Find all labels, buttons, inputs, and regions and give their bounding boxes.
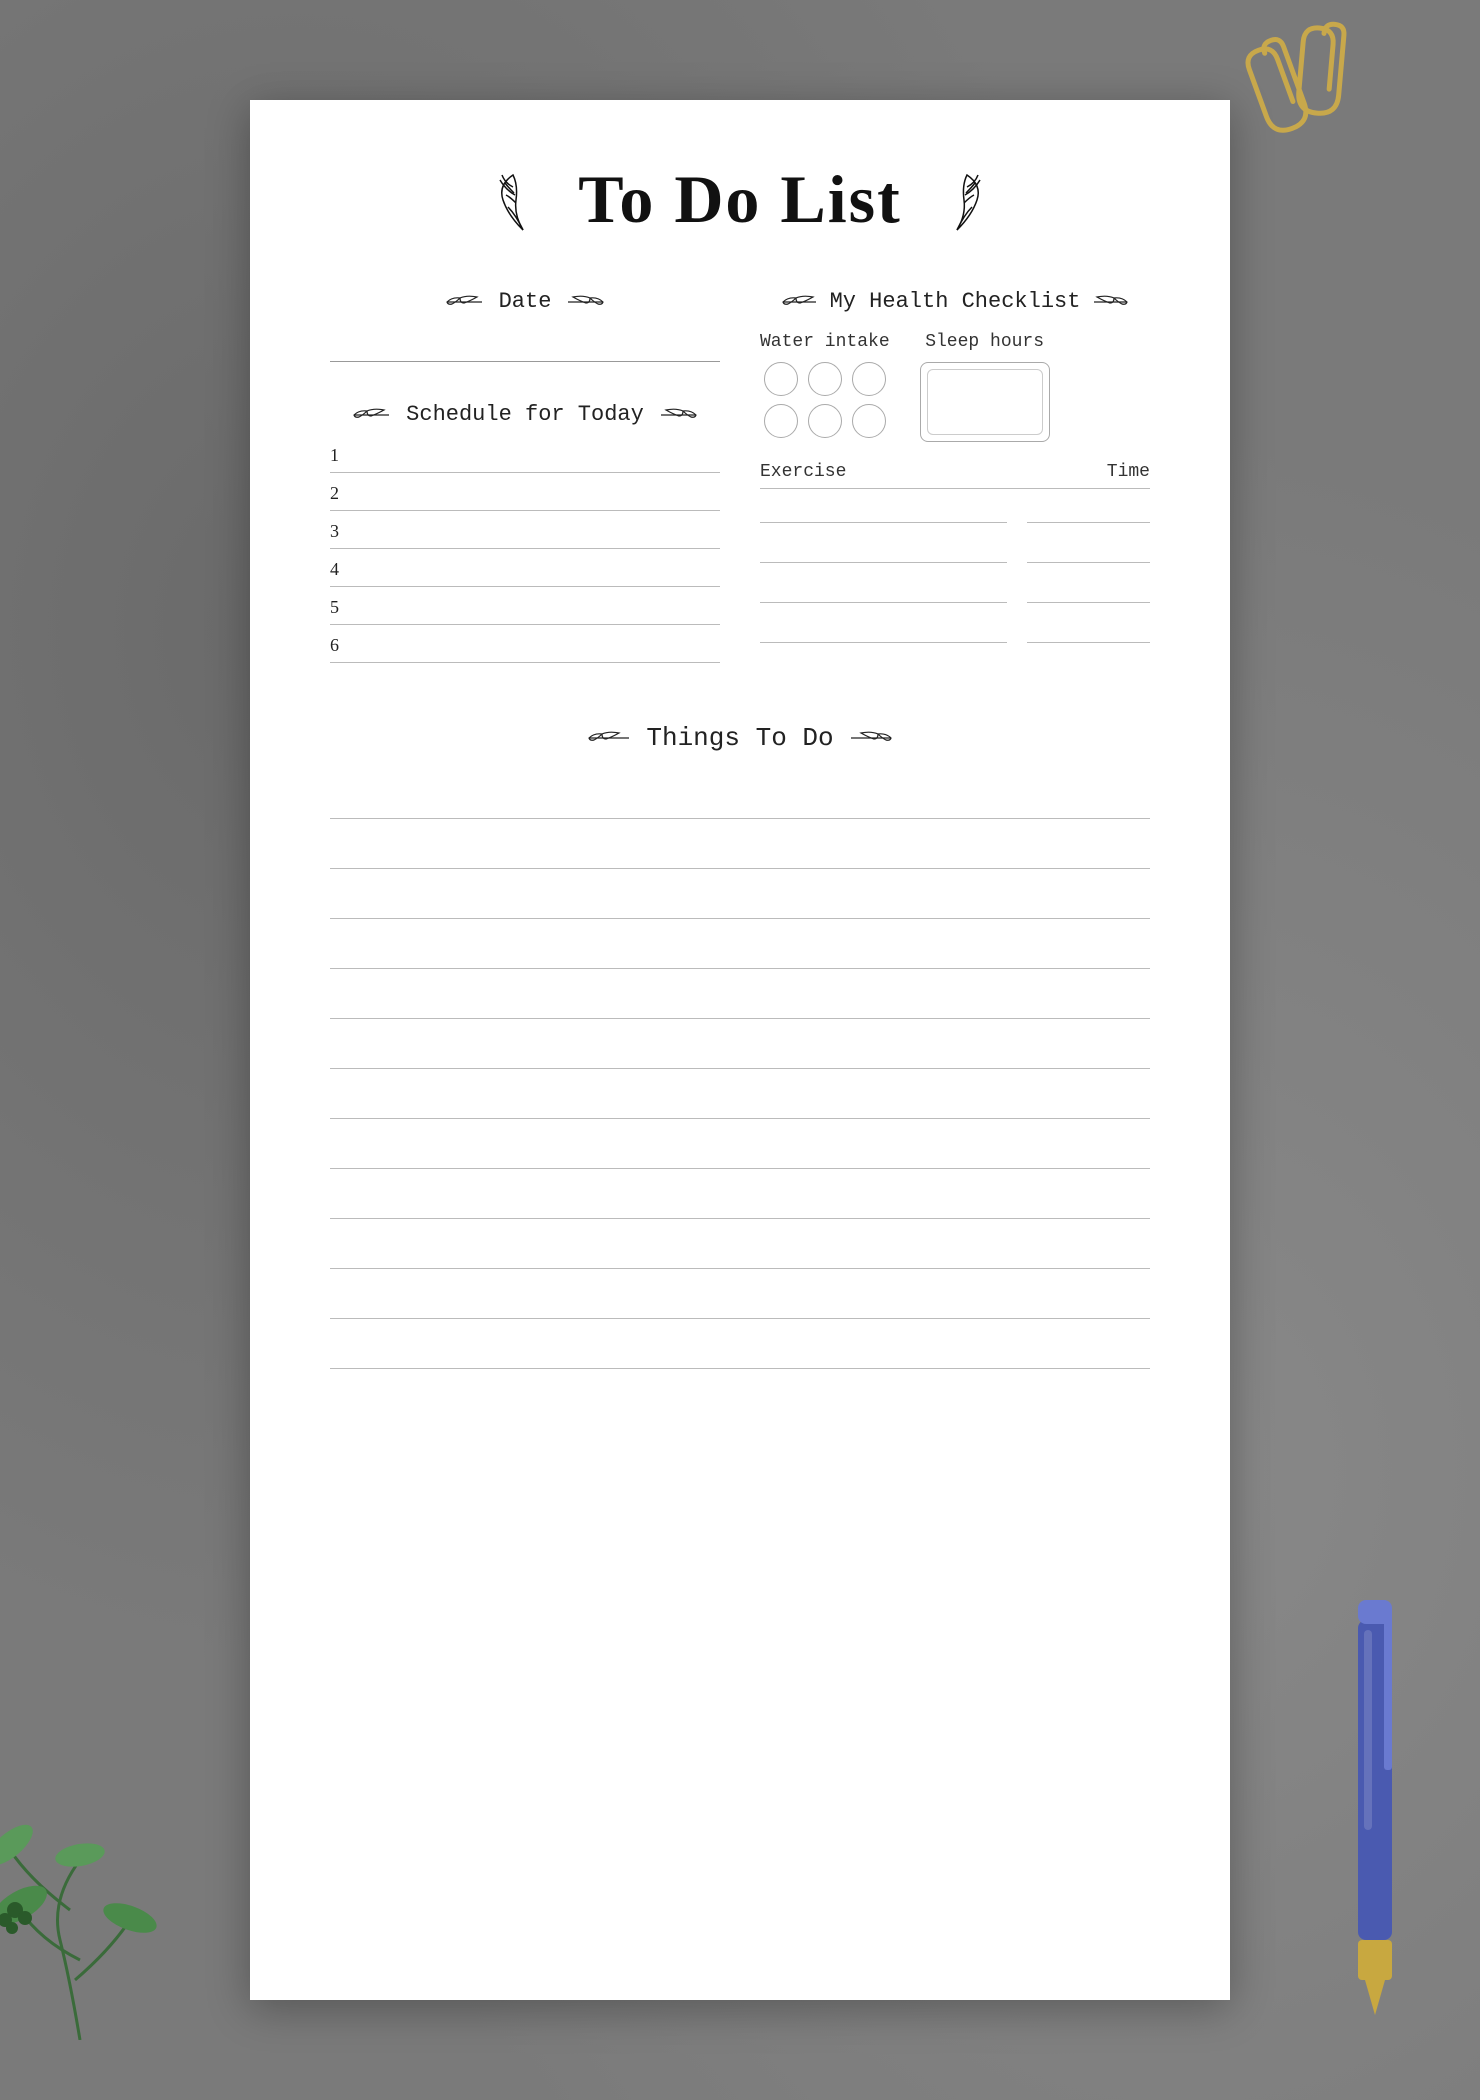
things-line-3[interactable] <box>330 873 1150 919</box>
schedule-row-3: 3 <box>330 521 720 549</box>
schedule-row-4: 4 <box>330 559 720 587</box>
health-leaf-right-icon <box>1092 293 1132 311</box>
water-circle-4[interactable] <box>764 404 798 438</box>
water-sleep-row: Water intake <box>760 332 1150 442</box>
things-line-8[interactable] <box>330 1123 1150 1169</box>
time-field-2[interactable] <box>1027 541 1150 563</box>
schedule-number-5: 5 <box>330 597 346 618</box>
date-header: Date <box>330 289 720 314</box>
sleep-hours-col: Sleep hours <box>920 332 1050 442</box>
schedule-number-2: 2 <box>330 483 346 504</box>
water-circle-3[interactable] <box>852 362 886 396</box>
schedule-row-1: 1 <box>330 445 720 473</box>
schedule-row-6: 6 <box>330 635 720 663</box>
date-label: Date <box>499 289 552 314</box>
schedule-row-5: 5 <box>330 597 720 625</box>
health-leaf-left-icon <box>778 293 818 311</box>
things-line-9[interactable] <box>330 1173 1150 1219</box>
things-line-11[interactable] <box>330 1273 1150 1319</box>
left-column: Date <box>330 289 720 683</box>
things-line-5[interactable] <box>330 973 1150 1019</box>
right-column: My Health Checklist Water intake <box>760 289 1150 683</box>
things-line-10[interactable] <box>330 1223 1150 1269</box>
time-label: Time <box>1027 462 1150 482</box>
paperclips-decoration <box>1220 20 1400 160</box>
things-leaf-right-icon <box>846 729 896 747</box>
things-line-2[interactable] <box>330 823 1150 869</box>
things-line-6[interactable] <box>330 1023 1150 1069</box>
title-section: To Do List <box>330 160 1150 239</box>
exercise-field-2[interactable] <box>760 541 1007 563</box>
schedule-label: Schedule for Today <box>406 402 644 427</box>
exercise-field-4[interactable] <box>760 621 1007 643</box>
things-line-4[interactable] <box>330 923 1150 969</box>
exercise-row-3 <box>760 581 1150 607</box>
time-field-1[interactable] <box>1027 501 1150 523</box>
things-line-12[interactable] <box>330 1323 1150 1369</box>
schedule-number-4: 4 <box>330 559 346 580</box>
schedule-number-1: 1 <box>330 445 346 466</box>
schedule-section: Schedule for Today 1 2 <box>330 402 720 663</box>
schedule-leaf-right-icon <box>656 406 701 424</box>
things-header: Things To Do <box>330 723 1150 753</box>
date-field[interactable] <box>330 332 720 362</box>
health-header: My Health Checklist <box>760 289 1150 314</box>
pen-decoration <box>1330 1570 1420 2020</box>
schedule-number-6: 6 <box>330 635 346 656</box>
things-label: Things To Do <box>646 723 833 753</box>
title-leaf-left-icon <box>488 165 558 235</box>
plant-decoration <box>0 1660 220 2040</box>
time-field-4[interactable] <box>1027 621 1150 643</box>
water-intake-col: Water intake <box>760 332 890 442</box>
water-circle-6[interactable] <box>852 404 886 438</box>
schedule-header: Schedule for Today <box>330 402 720 427</box>
exercise-field-3[interactable] <box>760 581 1007 603</box>
time-field-3[interactable] <box>1027 581 1150 603</box>
page-title: To Do List <box>578 160 902 239</box>
date-leaf-right-icon <box>563 293 608 311</box>
things-section: Things To Do <box>330 723 1150 1369</box>
title-leaf-right-icon <box>922 165 992 235</box>
water-circle-5[interactable] <box>808 404 842 438</box>
exercise-row-1 <box>760 501 1150 527</box>
schedule-number-3: 3 <box>330 521 346 542</box>
things-leaf-left-icon <box>584 729 634 747</box>
sleep-hours-label: Sleep hours <box>925 332 1044 352</box>
exercise-field-1[interactable] <box>760 501 1007 523</box>
date-leaf-left-icon <box>442 293 487 311</box>
water-circle-2[interactable] <box>808 362 842 396</box>
sleep-hours-box[interactable] <box>920 362 1050 442</box>
water-circle-1[interactable] <box>764 362 798 396</box>
things-line-7[interactable] <box>330 1073 1150 1119</box>
exercise-row-2 <box>760 541 1150 567</box>
date-section: Date <box>330 289 720 362</box>
schedule-row-2: 2 <box>330 483 720 511</box>
exercise-label: Exercise <box>760 462 1007 482</box>
water-intake-label: Water intake <box>760 332 890 352</box>
things-line-1[interactable] <box>330 773 1150 819</box>
schedule-leaf-left-icon <box>349 406 394 424</box>
health-label: My Health Checklist <box>830 289 1081 314</box>
exercise-row-4 <box>760 621 1150 647</box>
exercise-header-row: Exercise Time <box>760 462 1150 489</box>
paper-document: To Do List <box>250 100 1230 2000</box>
things-lines <box>330 773 1150 1369</box>
